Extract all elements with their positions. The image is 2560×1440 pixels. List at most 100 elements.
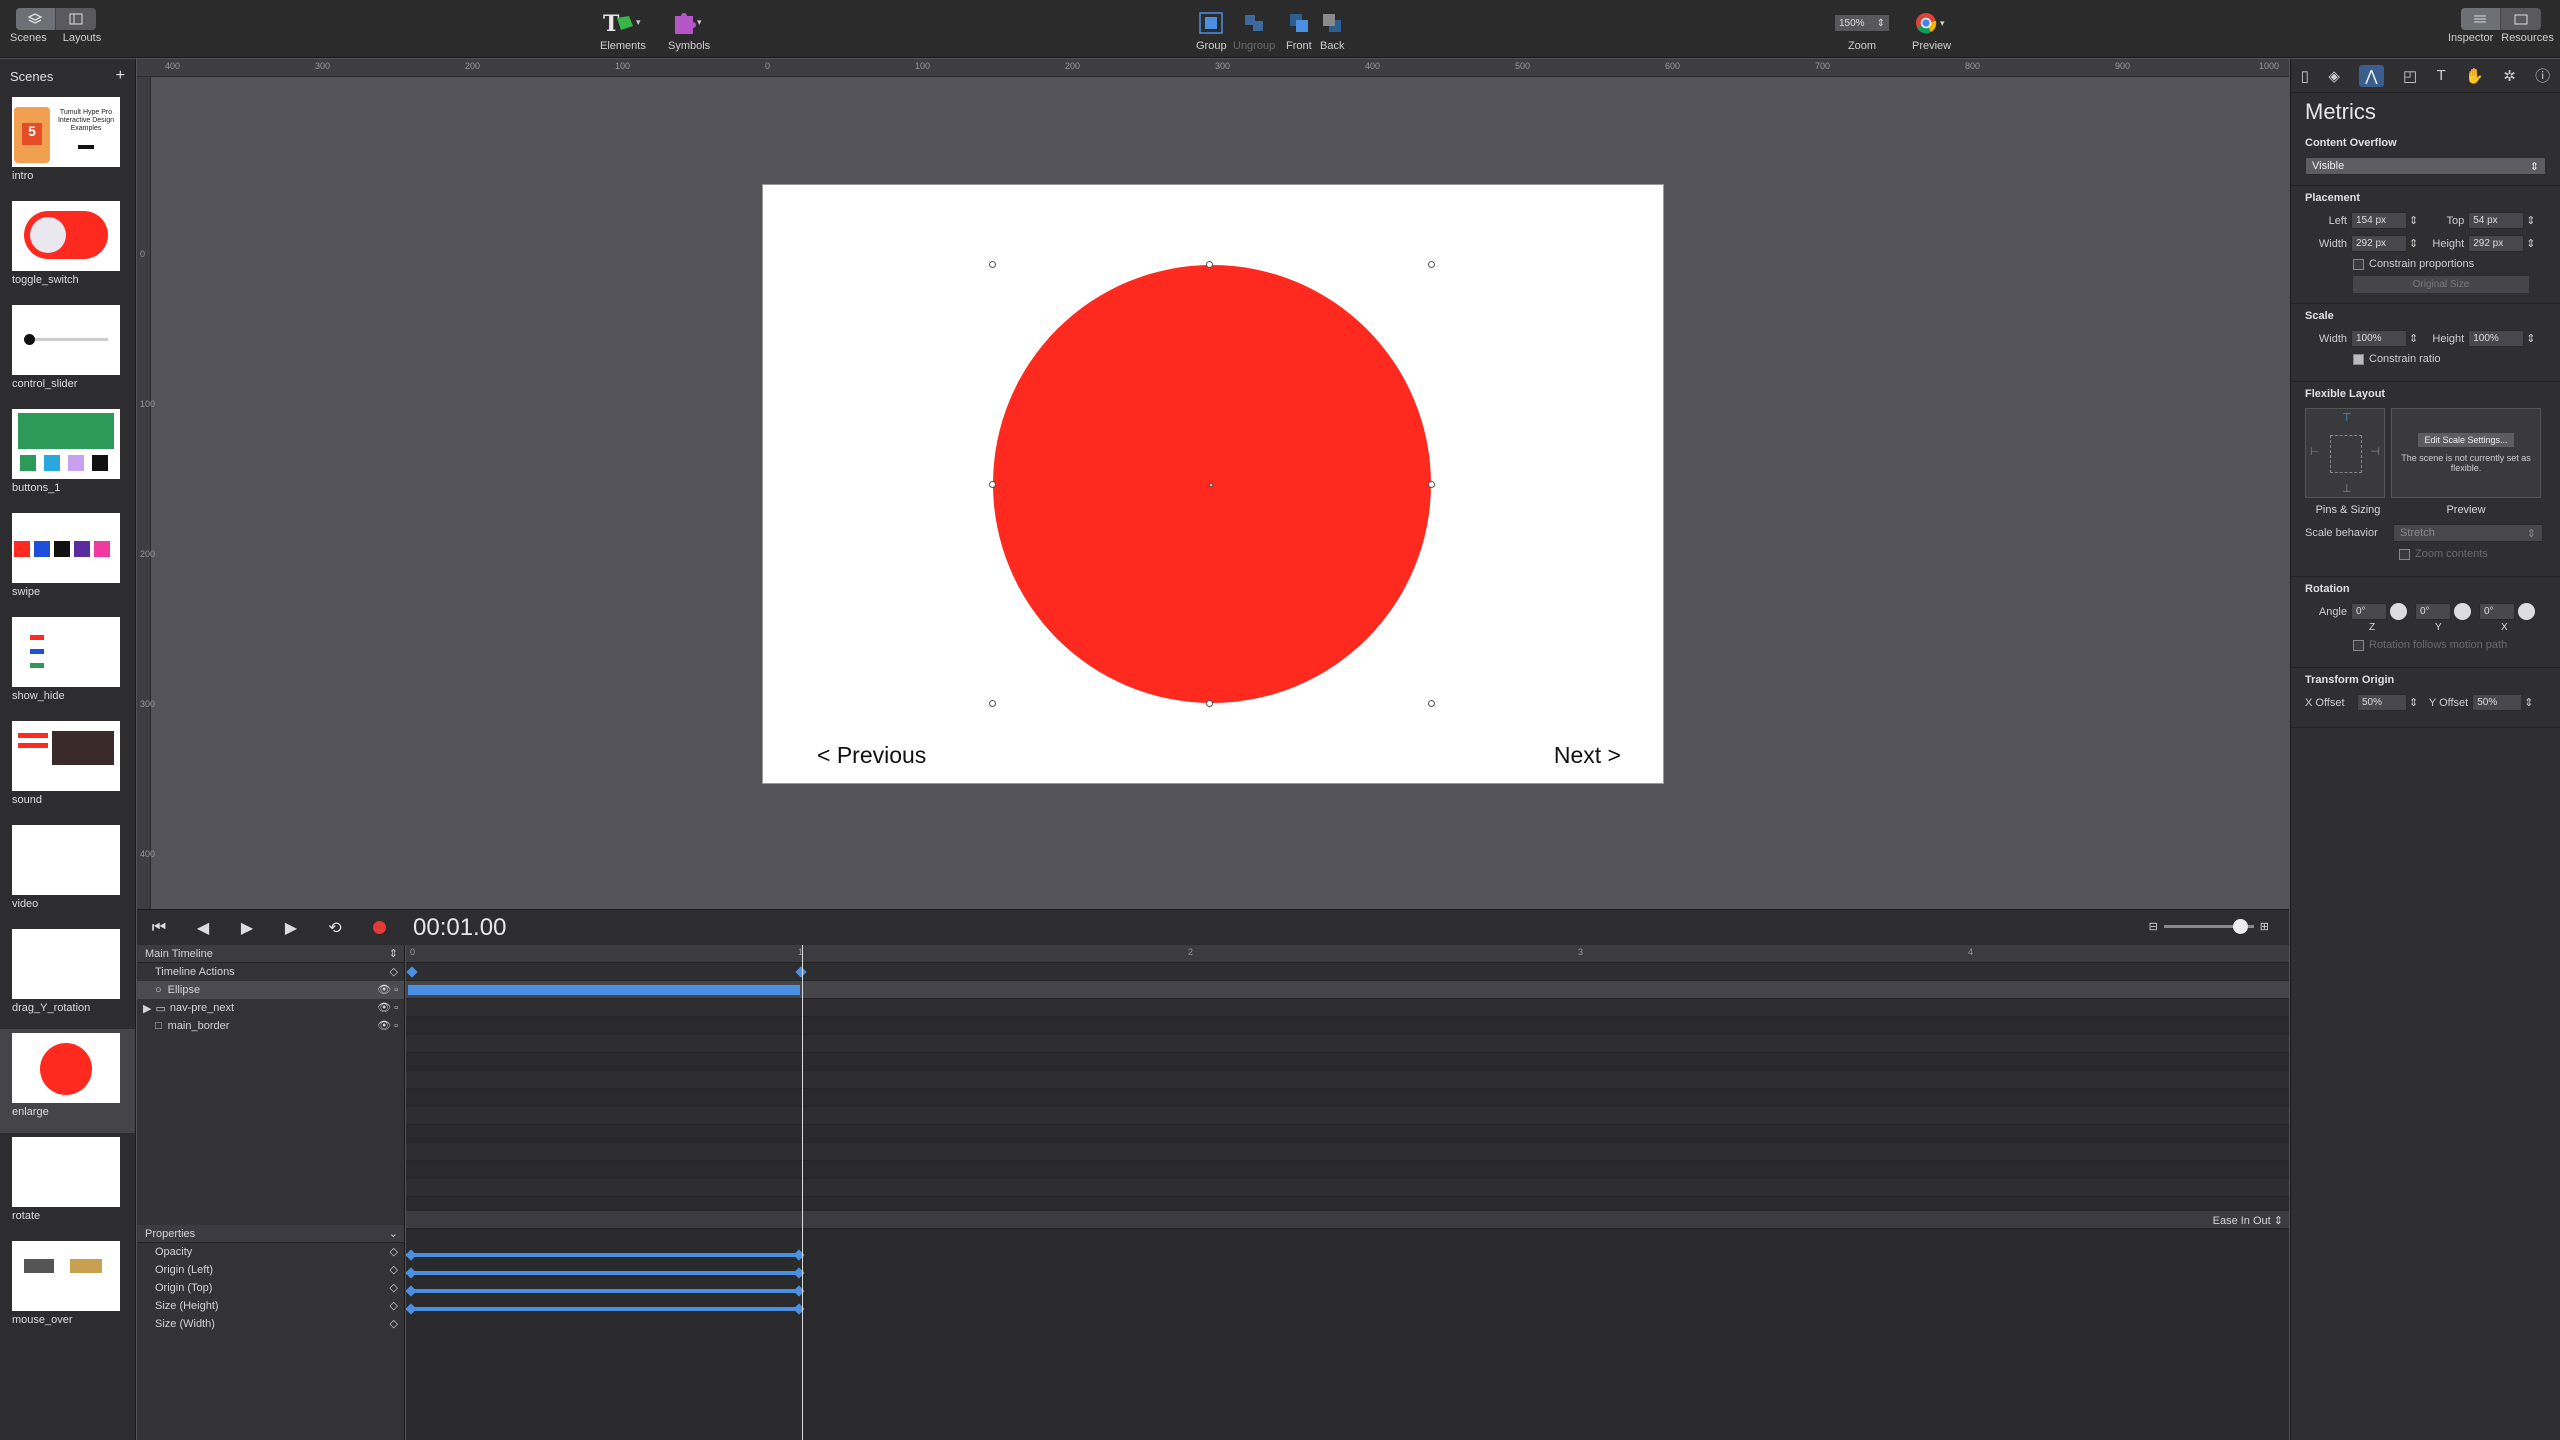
play-button[interactable]: ▶︎: [225, 910, 269, 946]
typography-tab-icon[interactable]: T: [2437, 67, 2446, 84]
scale-height-field[interactable]: [2468, 330, 2525, 347]
inspector-toggle-icon[interactable]: [2460, 8, 2501, 30]
pin-left-icon[interactable]: ⊢: [2310, 445, 2320, 458]
scene-item-enlarge[interactable]: enlarge: [0, 1029, 135, 1133]
disclosure-triangle-icon[interactable]: ▶: [143, 1002, 151, 1015]
scale-behavior-select[interactable]: Stretch ⇕: [2393, 524, 2543, 542]
keyframe-icon[interactable]: ◇: [390, 1263, 398, 1276]
document-tab-icon[interactable]: ▯: [2301, 67, 2309, 85]
scenes-toggle-icon[interactable]: [15, 8, 56, 30]
scene-item-control-slider[interactable]: control_slider: [0, 301, 135, 405]
loop-button[interactable]: ⟲: [313, 910, 357, 946]
rotate-handle-bottom-right[interactable]: [1428, 700, 1435, 707]
stepper-icon[interactable]: ⇕: [2526, 332, 2535, 345]
property-row[interactable]: Origin (Top) ◇: [137, 1279, 404, 1297]
previous-link[interactable]: < Previous: [817, 742, 926, 769]
constrain-proportions-checkbox[interactable]: Constrain proportions: [2305, 258, 2546, 270]
stepper-icon[interactable]: ⇕: [2409, 332, 2418, 345]
easing-select[interactable]: Ease In Out ⇕: [2213, 1214, 2283, 1227]
property-row[interactable]: Size (Width) ◇: [137, 1315, 404, 1333]
scene-item-drag-y-rotation[interactable]: drag_Y_rotation: [0, 925, 135, 1029]
layer-row-ellipse[interactable]: ○ Ellipse 👁 ▫: [137, 981, 404, 999]
scene-item-toggle-switch[interactable]: toggle_switch: [0, 197, 135, 301]
step-forward-button[interactable]: ▶︎: [269, 910, 313, 946]
stepper-icon[interactable]: ⇕: [2524, 696, 2533, 709]
zoom-select[interactable]: 150% ⇕: [1834, 14, 1890, 32]
scene-item-buttons-1[interactable]: buttons_1: [0, 405, 135, 509]
scenes-layouts-toggle[interactable]: Scenes Layouts: [10, 8, 101, 44]
scene-item-sound[interactable]: sound: [0, 717, 135, 821]
inspector-resources-toggle[interactable]: Inspector Resources: [2448, 8, 2554, 44]
y-offset-field[interactable]: [2472, 694, 2523, 711]
go-to-start-button[interactable]: ⏮: [137, 910, 181, 946]
slider-thumb[interactable]: [2232, 919, 2248, 934]
angle-x-field[interactable]: [2479, 603, 2515, 620]
keyframe[interactable]: [406, 1267, 417, 1279]
scene-stage[interactable]: < Previous Next >: [763, 185, 1663, 783]
rotate-handle-top-left[interactable]: [989, 261, 996, 268]
checkbox[interactable]: [2353, 639, 2364, 651]
physics-tab-icon[interactable]: ✲: [2503, 67, 2516, 85]
scene-item-video[interactable]: video: [0, 821, 135, 925]
record-button[interactable]: [357, 910, 401, 946]
tween-origin-top[interactable]: [410, 1271, 798, 1275]
playhead[interactable]: [802, 945, 803, 1440]
pin-bottom-icon[interactable]: ⊥: [2342, 482, 2352, 495]
angle-z-field[interactable]: [2351, 603, 2387, 620]
stepper-icon[interactable]: ⇕: [2526, 237, 2535, 250]
timeline-zoom-slider[interactable]: [2163, 919, 2254, 934]
keyframe[interactable]: [406, 1249, 417, 1261]
height-field[interactable]: [2468, 235, 2525, 252]
resize-handle-top[interactable]: [1206, 261, 1213, 268]
next-link[interactable]: Next >: [1554, 742, 1621, 769]
tween-origin-left[interactable]: [410, 1253, 798, 1257]
symbols-button[interactable]: ▾ Symbols: [668, 8, 710, 52]
content-overflow-select[interactable]: Visible ⇕: [2305, 157, 2546, 175]
element-tab-icon[interactable]: ◰: [2403, 67, 2417, 85]
timeline-zoom[interactable]: ⊟ ⊞: [2149, 919, 2269, 934]
keyframe-icon[interactable]: ◇: [390, 1299, 398, 1312]
scale-width-field[interactable]: [2351, 330, 2407, 347]
edit-scale-settings-button[interactable]: Edit Scale Settings...: [2418, 433, 2514, 447]
resize-handle-bottom[interactable]: [1206, 700, 1213, 707]
metrics-tab-icon[interactable]: ⋀: [2359, 64, 2384, 87]
layer-row-nav[interactable]: ▶ ▭ nav-pre_next 👁 ▫: [137, 999, 404, 1017]
group-button[interactable]: Group: [1196, 8, 1227, 52]
timeline-tracks[interactable]: 0 1 2 3 4 Ease In Out ⇕: [406, 945, 2289, 1440]
stepper-icon[interactable]: ⇕: [2409, 696, 2418, 709]
rotation-dial-icon[interactable]: [2390, 603, 2407, 620]
layouts-toggle-icon[interactable]: [56, 8, 96, 30]
stepper-icon[interactable]: ⇕: [2526, 214, 2535, 227]
checkbox[interactable]: [2353, 258, 2364, 270]
width-field[interactable]: [2351, 235, 2407, 252]
checkbox[interactable]: [2353, 353, 2364, 365]
original-size-button[interactable]: Original Size: [2353, 276, 2529, 293]
info-tab-icon[interactable]: ⓘ: [2535, 65, 2550, 86]
scene-item-show-hide[interactable]: show_hide: [0, 613, 135, 717]
stepper-icon[interactable]: ⇕: [2409, 237, 2418, 250]
rotate-handle-bottom-left[interactable]: [989, 700, 996, 707]
timeline-actions-row[interactable]: Timeline Actions ◇: [137, 963, 404, 981]
tween-size-width[interactable]: [410, 1307, 798, 1311]
animation-bar-ellipse[interactable]: [408, 985, 800, 995]
pin-right-icon[interactable]: ⊣: [2370, 445, 2380, 458]
rotation-dial-icon[interactable]: [2454, 603, 2471, 620]
scene-item-intro[interactable]: 5 Tumult Hype Pro Interactive Design Exa…: [0, 93, 135, 197]
keyframe-icon[interactable]: ◇: [390, 965, 398, 978]
scene-item-swipe[interactable]: swipe: [0, 509, 135, 613]
visibility-icon[interactable]: 👁 ▫: [377, 983, 398, 996]
keyframe-icon[interactable]: ◇: [390, 1317, 398, 1330]
keyframe[interactable]: [406, 1285, 417, 1297]
visibility-icon[interactable]: 👁 ▫: [377, 1019, 398, 1032]
zoom-control[interactable]: 150% ⇕ Zoom: [1834, 8, 1890, 52]
keyframe-icon[interactable]: ◇: [390, 1281, 398, 1294]
pin-top-icon[interactable]: ⊤: [2342, 411, 2352, 424]
time-ruler[interactable]: 0 1 2 3 4: [406, 945, 2289, 963]
tween-size-height[interactable]: [410, 1289, 798, 1293]
visibility-icon[interactable]: 👁 ▫: [377, 1001, 398, 1014]
keyframe[interactable]: [406, 1303, 417, 1315]
step-back-button[interactable]: ◀︎: [181, 910, 225, 946]
resources-toggle-icon[interactable]: [2501, 8, 2541, 30]
front-button[interactable]: Front: [1286, 8, 1312, 52]
checkbox[interactable]: [2399, 548, 2410, 560]
